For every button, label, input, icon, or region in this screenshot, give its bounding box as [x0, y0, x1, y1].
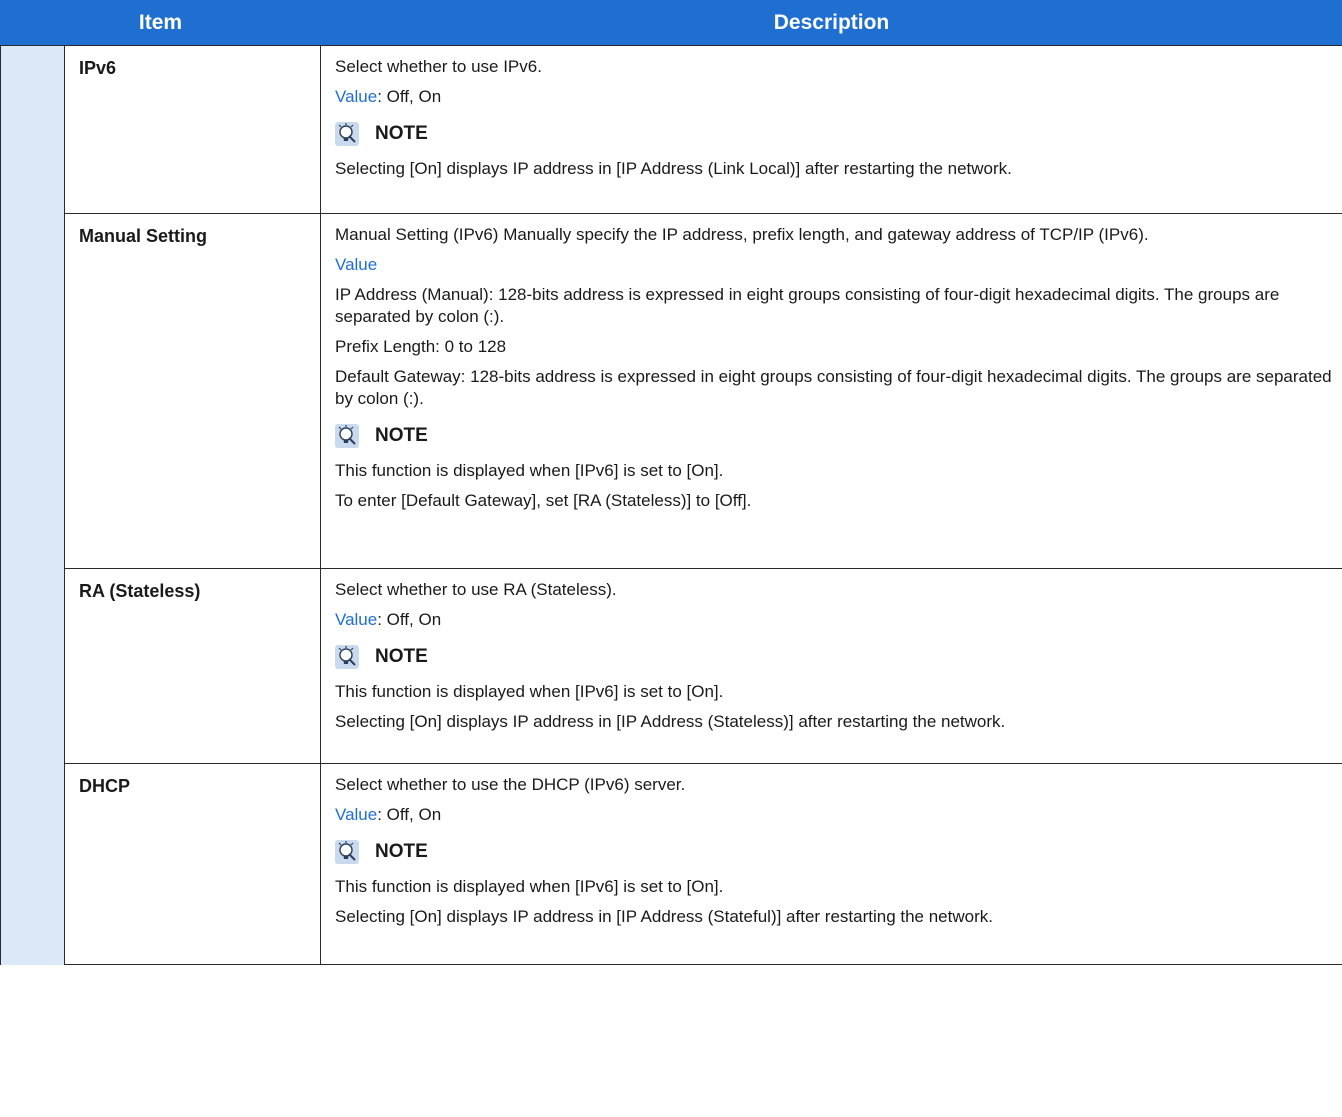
value-line: Value: Off, On	[335, 609, 1332, 631]
value-detail-line: IP Address (Manual): 128-bits address is…	[335, 285, 1280, 326]
lightbulb-note-icon	[335, 122, 359, 146]
lightbulb-note-icon	[335, 645, 359, 669]
value-label: Value	[335, 255, 378, 274]
description-text: Select whether to use RA (Stateless).	[335, 580, 617, 599]
note-label: NOTE	[375, 646, 428, 667]
item-name: DHCP	[64, 763, 321, 965]
item-name: RA (Stateless)	[64, 568, 321, 764]
table-row: DHCP Select whether to use the DHCP (IPv…	[1, 763, 1342, 965]
table-row: Manual Setting Manual Setting (IPv6) Man…	[1, 213, 1342, 569]
value-detail-line: Default Gateway: 128-bits address is exp…	[335, 367, 1332, 408]
description-text: Select whether to use IPv6.	[335, 57, 542, 76]
note-heading: NOTE	[335, 122, 1332, 146]
note-line: This function is displayed when [IPv6] i…	[335, 877, 724, 896]
note-line: Selecting [On] displays IP address in [I…	[335, 712, 1006, 731]
value-line: Value: Off, On	[335, 86, 1332, 108]
table-row: RA (Stateless) Select whether to use RA …	[1, 568, 1342, 764]
note-heading: NOTE	[335, 840, 1332, 864]
value-detail-line: Prefix Length: 0 to 128	[335, 337, 507, 356]
note-line: Selecting [On] displays IP address in [I…	[335, 907, 993, 926]
description-text: Manual Setting (IPv6) Manually specify t…	[335, 225, 1149, 244]
value-label: Value	[335, 87, 378, 106]
note-line: Selecting [On] displays IP address in [I…	[335, 159, 1012, 178]
header-description: Description	[320, 0, 1342, 46]
description-text: Select whether to use the DHCP (IPv6) se…	[335, 775, 686, 794]
note-label: NOTE	[375, 425, 428, 446]
table-row: IPv6 Select whether to use IPv6. Value: …	[0, 45, 1342, 965]
note-line: This function is displayed when [IPv6] i…	[335, 682, 724, 701]
note-heading: NOTE	[335, 645, 1332, 669]
note-label: NOTE	[375, 841, 428, 862]
indent-column	[0, 45, 65, 965]
value-text: : Off, On	[377, 805, 442, 824]
value-line: Value: Off, On	[335, 804, 1332, 826]
item-description: Manual Setting (IPv6) Manually specify t…	[320, 213, 1342, 569]
item-description: Select whether to use the DHCP (IPv6) se…	[320, 763, 1342, 965]
lightbulb-note-icon	[335, 840, 359, 864]
value-label: Value	[335, 805, 378, 824]
value-text: : Off, On	[377, 610, 442, 629]
value-label: Value	[335, 610, 378, 629]
note-line: This function is displayed when [IPv6] i…	[335, 461, 724, 480]
lightbulb-note-icon	[335, 424, 359, 448]
item-description: Select whether to use RA (Stateless). Va…	[320, 568, 1342, 764]
item-description: Select whether to use IPv6. Value: Off, …	[320, 45, 1342, 214]
item-name: Manual Setting	[64, 213, 321, 569]
note-label: NOTE	[375, 123, 428, 144]
header-item: Item	[0, 0, 321, 46]
note-heading: NOTE	[335, 424, 1332, 448]
settings-table: Item Description IPv6 Select whether to …	[0, 0, 1342, 965]
item-name: IPv6	[64, 45, 321, 214]
value-text: : Off, On	[377, 87, 442, 106]
note-line: To enter [Default Gateway], set [RA (Sta…	[335, 491, 752, 510]
table-header-row: Item Description	[0, 0, 1342, 46]
